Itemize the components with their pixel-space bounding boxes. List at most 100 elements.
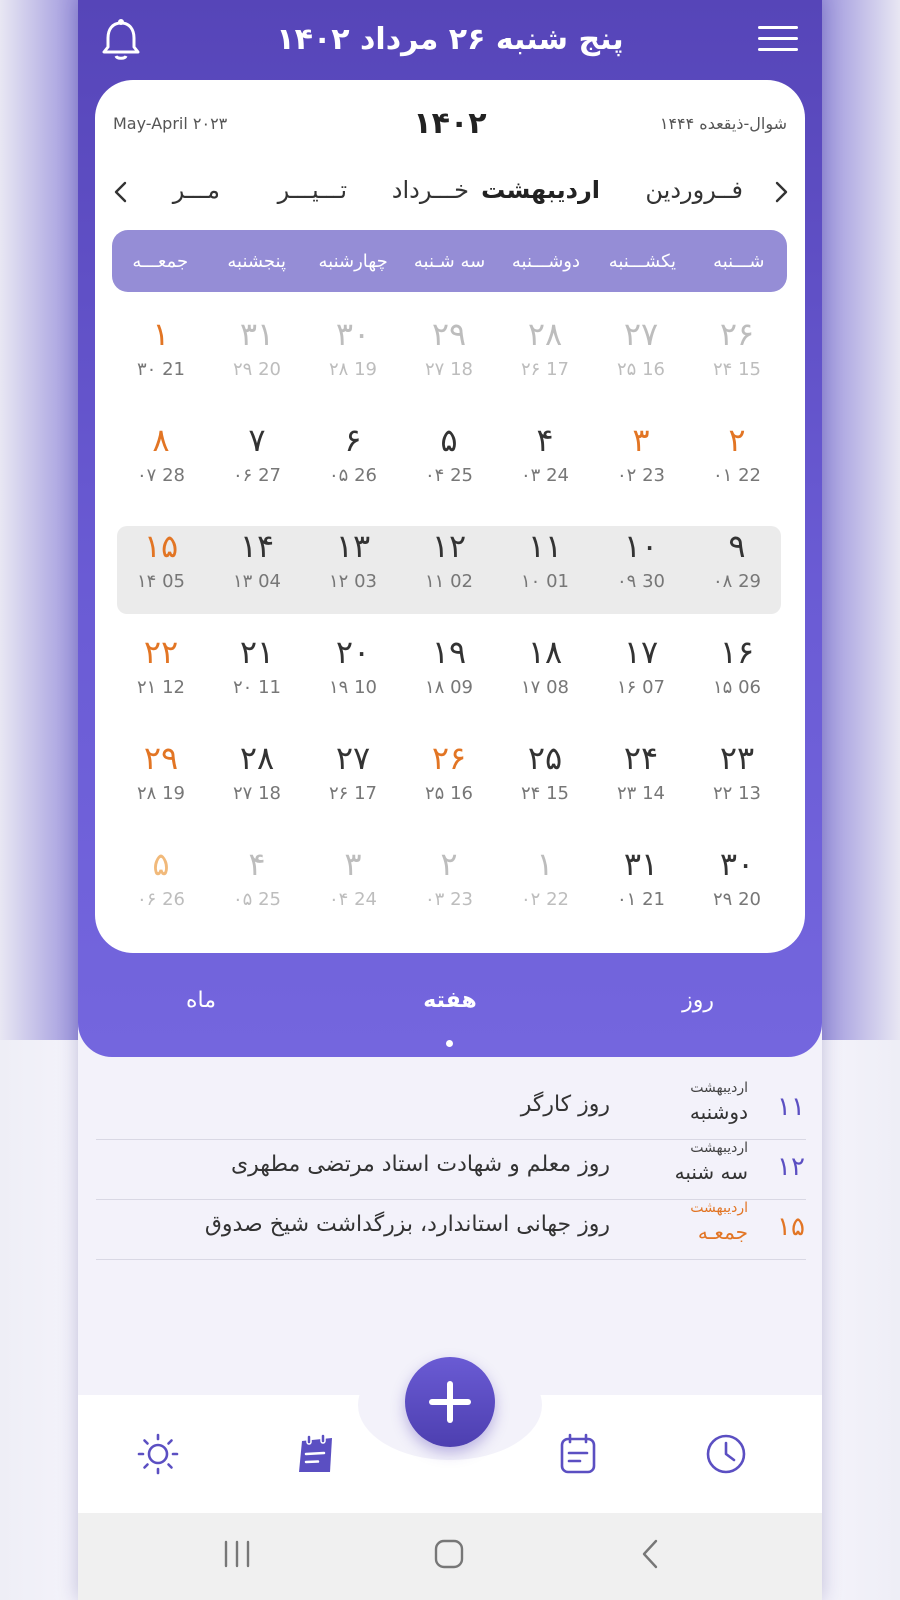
secondary-dates: ۰۵ 26: [329, 465, 377, 486]
month-tab-farvardin[interactable]: فــروردین: [645, 176, 743, 204]
clock-icon[interactable]: [704, 1432, 748, 1476]
event-day-number: ۱۱: [777, 1092, 805, 1122]
day-cell[interactable]: ۵ ۰۶ 26: [113, 842, 209, 948]
day-cell[interactable]: ۱۰ ۰۹ 30: [593, 524, 689, 630]
event-item[interactable]: ۱۱ اردیبهشت دوشنبه روز کارگر: [96, 1080, 806, 1140]
day-cell[interactable]: ۲۶ ۲۴ 15: [689, 312, 785, 418]
sun-icon[interactable]: [136, 1432, 180, 1476]
day-cell[interactable]: ۳ ۰۴ 24: [305, 842, 401, 948]
day-cell[interactable]: ۲ ۰۳ 23: [401, 842, 497, 948]
day-cell[interactable]: ۱۱ ۱۰ 01: [497, 524, 593, 630]
month-tab-ordibehesht[interactable]: اردیبهشت: [481, 176, 600, 204]
day-cell[interactable]: ۳۰ ۲۸ 19: [305, 312, 401, 418]
day-cell[interactable]: ۱ ۰۲ 22: [497, 842, 593, 948]
day-cell[interactable]: ۳۰ ۲۹ 20: [689, 842, 785, 948]
persian-day-number: ۲۸: [239, 739, 275, 777]
calendar-list-icon[interactable]: [556, 1432, 600, 1476]
persian-day-number: ۲۶: [719, 315, 755, 353]
day-cell[interactable]: ۲ ۰۱ 22: [689, 418, 785, 524]
day-cell[interactable]: ۹ ۰۸ 29: [689, 524, 785, 630]
day-cell[interactable]: ۱۷ ۱۶ 07: [593, 630, 689, 736]
day-cell[interactable]: ۲۰ ۱۹ 10: [305, 630, 401, 736]
day-cell[interactable]: ۸ ۰۷ 28: [113, 418, 209, 524]
persian-day-number: ۱۶: [719, 633, 755, 671]
secondary-dates: ۱۵ 06: [713, 677, 761, 698]
secondary-dates: ۲۳ 14: [617, 783, 665, 804]
month-tab-tir[interactable]: تـــیـــر: [278, 176, 347, 204]
secondary-dates: ۱۱ 02: [425, 571, 473, 592]
day-cell[interactable]: ۲۱ ۲۰ 11: [209, 630, 305, 736]
persian-day-number: ۲۳: [719, 739, 755, 777]
month-tab-mordad[interactable]: مـــر: [173, 176, 220, 204]
secondary-dates: ۱۴ 05: [137, 571, 185, 592]
day-cell[interactable]: ۱ ۳۰ 21: [113, 312, 209, 418]
day-cell[interactable]: ۷ ۰۶ 27: [209, 418, 305, 524]
secondary-dates: ۰۸ 29: [713, 571, 761, 592]
secondary-dates: ۲۸ 19: [137, 783, 185, 804]
secondary-dates: ۰۶ 27: [233, 465, 281, 486]
bell-icon[interactable]: [100, 18, 142, 62]
day-cell[interactable]: ۳ ۰۲ 23: [593, 418, 689, 524]
calendar-notes-icon[interactable]: [294, 1432, 338, 1476]
day-cell[interactable]: ۱۳ ۱۲ 03: [305, 524, 401, 630]
day-cell[interactable]: ۴ ۰۵ 25: [209, 842, 305, 948]
persian-day-number: ۵: [440, 421, 458, 459]
day-cell[interactable]: ۲۴ ۲۳ 14: [593, 736, 689, 842]
day-cell[interactable]: ۱۵ ۱۴ 05: [113, 524, 209, 630]
secondary-dates: ۱۸ 09: [425, 677, 473, 698]
secondary-dates: ۲۵ 16: [425, 783, 473, 804]
home-icon[interactable]: [432, 1537, 466, 1571]
secondary-dates: ۲۶ 17: [329, 783, 377, 804]
secondary-dates: ۰۵ 25: [233, 889, 281, 910]
day-cell[interactable]: ۵ ۰۴ 25: [401, 418, 497, 524]
secondary-dates: ۰۶ 26: [137, 889, 185, 910]
persian-day-number: ۲۹: [143, 739, 179, 777]
secondary-dates: ۰۱ 22: [713, 465, 761, 486]
day-cell[interactable]: ۱۹ ۱۸ 09: [401, 630, 497, 736]
day-cell[interactable]: ۳۱ ۰۱ 21: [593, 842, 689, 948]
active-view-indicator: [446, 1040, 453, 1047]
day-cell[interactable]: ۲۹ ۲۸ 19: [113, 736, 209, 842]
month-selector: فــروردین اردیبهشت خـــرداد تـــیـــر مـ…: [95, 172, 805, 216]
month-grid: ۲۶ ۲۴ 15 ۲۷ ۲۵ 16 ۲۸ ۲۶ 17 ۲۹ ۲۷ 18 ۳۰ ۲۸ 19 ۳۱ ۲۹ …: [113, 312, 785, 948]
day-cell[interactable]: ۲۸ ۲۷ 18: [209, 736, 305, 842]
day-cell[interactable]: ۱۴ ۱۳ 04: [209, 524, 305, 630]
event-list: ۱۱ اردیبهشت دوشنبه روز کارگر ۱۲ اردیبهشت سه شن…: [96, 1080, 806, 1260]
day-cell[interactable]: ۲۹ ۲۷ 18: [401, 312, 497, 418]
day-cell[interactable]: ۶ ۰۵ 26: [305, 418, 401, 524]
add-button[interactable]: [405, 1357, 495, 1447]
secondary-dates: ۰۴ 24: [329, 889, 377, 910]
menu-icon[interactable]: [758, 26, 798, 56]
back-icon[interactable]: [634, 1537, 668, 1571]
recent-apps-icon[interactable]: [220, 1537, 254, 1571]
day-cell[interactable]: ۲۳ ۲۲ 13: [689, 736, 785, 842]
event-item[interactable]: ۱۲ اردیبهشت سه شنبه روز معلم و شهادت استاد …: [96, 1140, 806, 1200]
day-cell[interactable]: ۳۱ ۲۹ 20: [209, 312, 305, 418]
day-cell[interactable]: ۴ ۰۳ 24: [497, 418, 593, 524]
weekday-label: چهارشنبه: [318, 250, 388, 272]
day-cell[interactable]: ۲۵ ۲۴ 15: [497, 736, 593, 842]
chevron-right-icon[interactable]: [767, 178, 795, 206]
chevron-left-icon[interactable]: [107, 178, 135, 206]
day-cell[interactable]: ۱۸ ۱۷ 08: [497, 630, 593, 736]
day-cell[interactable]: ۲۷ ۲۶ 17: [305, 736, 401, 842]
month-tab-khordad[interactable]: خـــرداد: [392, 176, 469, 204]
event-item[interactable]: ۱۵ اردیبهشت جمعـه روز جهانی استاندارد، بزرگ…: [96, 1200, 806, 1260]
day-cell[interactable]: ۲۶ ۲۵ 16: [401, 736, 497, 842]
day-cell[interactable]: ۲۲ ۲۱ 12: [113, 630, 209, 736]
weekday-label: شـــنبه: [713, 250, 765, 272]
weekday-label: جمعـــه: [132, 250, 189, 272]
app-screen: پنج شنبه ۲۶ مرداد ۱۴۰۲ May-April ۲۰۲۳ ۱۴…: [78, 0, 822, 1600]
persian-day-number: ۲: [440, 845, 458, 883]
persian-day-number: ۸: [152, 421, 170, 459]
secondary-dates: ۰۴ 25: [425, 465, 473, 486]
day-cell[interactable]: ۲۷ ۲۵ 16: [593, 312, 689, 418]
persian-day-number: ۴: [248, 845, 266, 883]
week-row: ۲ ۰۱ 22 ۳ ۰۲ 23 ۴ ۰۳ 24 ۵ ۰۴ 25 ۶ ۰۵ 26 ۷ ۰۶ 27 ۸ ۰۷ …: [113, 418, 785, 524]
persian-day-number: ۳: [632, 421, 650, 459]
persian-day-number: ۹: [728, 527, 746, 565]
day-cell[interactable]: ۲۸ ۲۶ 17: [497, 312, 593, 418]
day-cell[interactable]: ۱۲ ۱۱ 02: [401, 524, 497, 630]
day-cell[interactable]: ۱۶ ۱۵ 06: [689, 630, 785, 736]
view-tab-month[interactable]: ماه: [186, 988, 216, 1013]
